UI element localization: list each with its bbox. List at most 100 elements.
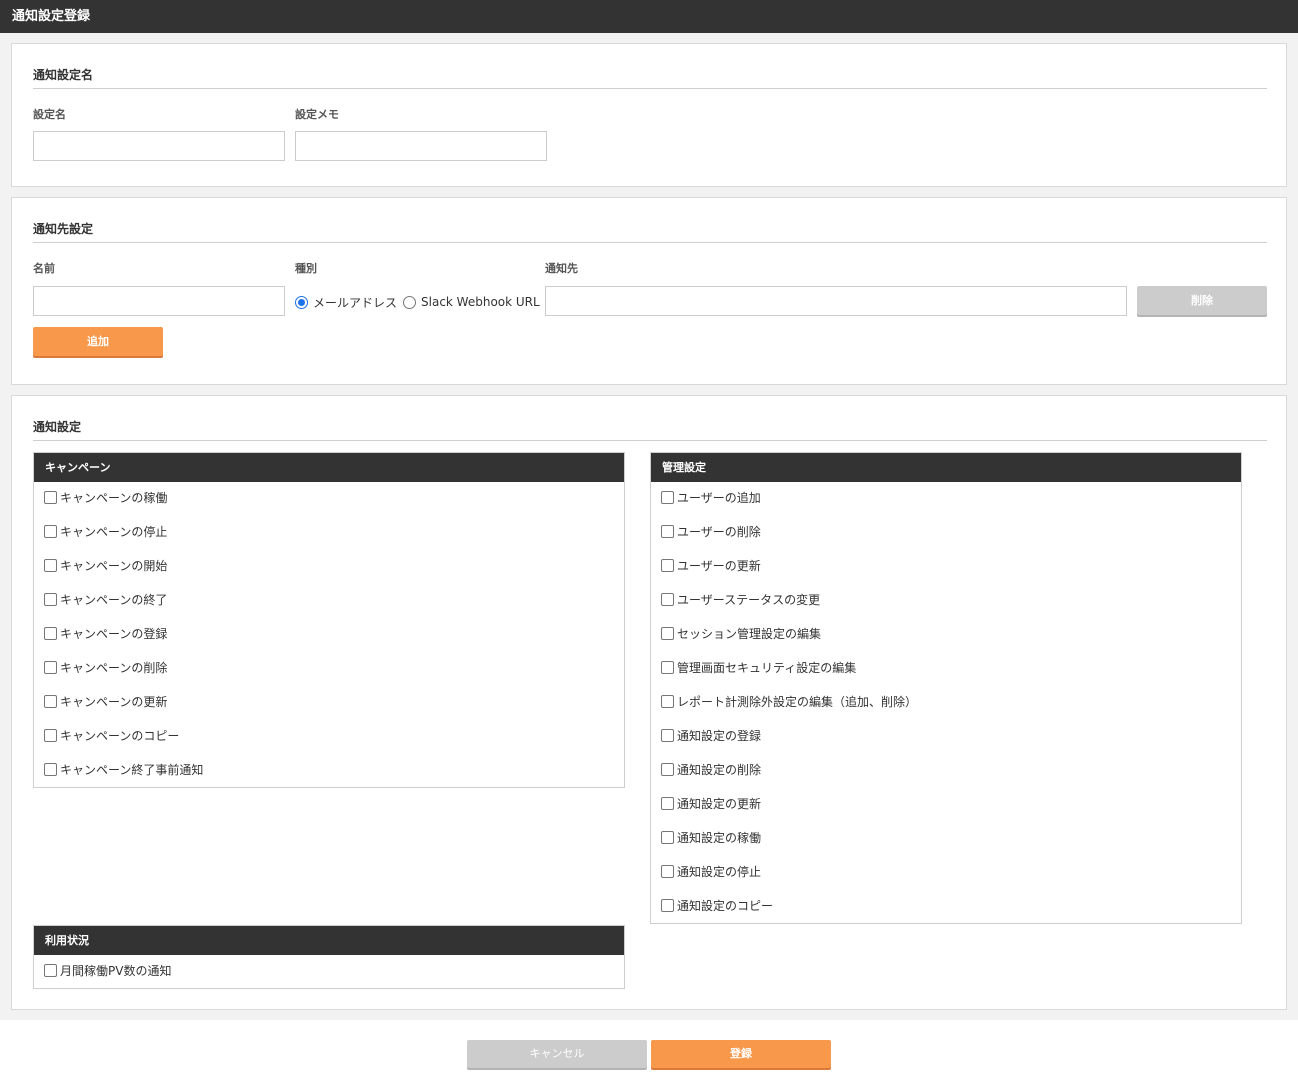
admin-box: 管理設定 ユーザーの追加 ユーザーの削除 ユーザーの更新 ユーザーステータスの変… [650,452,1242,924]
checkbox[interactable] [44,627,57,640]
checkbox-label: キャンペーンの稼働 [60,491,168,505]
admin-checkbox-row[interactable]: ユーザーの更新 [661,557,761,574]
checkbox[interactable] [661,695,674,708]
admin-checkbox-row[interactable]: ユーザーステータスの変更 [661,591,820,608]
checkbox[interactable] [44,763,57,776]
checkbox[interactable] [661,491,674,504]
checkbox-label: キャンペーンの開始 [60,559,168,573]
recipient-name-input[interactable] [33,286,285,316]
admin-checkbox-row[interactable]: 通知設定の登録 [661,727,761,744]
checkbox-label: 月間稼働PV数の通知 [60,964,172,978]
notification-panel: 通知設定 キャンペーン キャンペーンの稼働 キャンペーンの停止 キャンペーンの開… [11,395,1287,1010]
email-radio-label[interactable]: メールアドレス [313,294,397,311]
target-input[interactable] [545,286,1127,316]
type-radio-group: メールアドレス Slack Webhook URL [295,292,546,312]
email-radio[interactable] [295,295,308,309]
checkbox-label: 管理画面セキュリティ設定の編集 [677,661,857,675]
checkbox-label: 通知設定の登録 [677,729,762,743]
checkbox[interactable] [44,661,57,674]
slack-radio[interactable] [403,295,417,309]
checkbox-label: キャンペーンの終了 [60,593,168,607]
delete-button[interactable]: 削除 [1137,286,1267,315]
section-divider [33,242,1267,243]
admin-checkbox-row[interactable]: 通知設定の稼働 [661,829,761,846]
campaign-checkbox-row[interactable]: キャンペーンの停止 [44,523,167,540]
checkbox[interactable] [661,525,674,538]
campaign-checkbox-row[interactable]: キャンペーンの更新 [44,693,167,710]
campaign-checkbox-row[interactable]: キャンペーンの終了 [44,591,167,608]
checkbox[interactable] [661,627,674,640]
checkbox[interactable] [44,593,57,606]
checkbox-label: ユーザーの削除 [677,525,761,539]
checkbox[interactable] [661,797,674,810]
add-button[interactable]: 追加 [33,327,163,356]
admin-checkbox-row[interactable]: 管理画面セキュリティ設定の編集 [661,659,856,676]
checkbox-label: セッション管理設定の編集 [677,627,822,641]
page-header: 通知設定登録 [0,0,1298,33]
campaign-checkbox-row[interactable]: キャンペーンの開始 [44,557,167,574]
checkbox[interactable] [44,695,57,708]
checkbox-label: キャンペーンの更新 [60,695,168,709]
admin-checkbox-row[interactable]: ユーザーの削除 [661,523,761,540]
campaign-box: キャンペーン キャンペーンの稼働 キャンペーンの停止 キャンペーンの開始 キャン… [33,452,625,788]
checkbox-label: レポート計測除外設定の編集（追加、削除） [677,695,918,709]
setting-memo-input[interactable] [295,131,547,161]
checkbox[interactable] [44,729,57,742]
checkbox[interactable] [661,831,674,844]
checkbox[interactable] [44,525,57,538]
checkbox-label: キャンペーン終了事前通知 [60,763,204,777]
checkbox-label: 通知設定の稼働 [677,831,762,845]
checkbox[interactable] [661,661,674,674]
checkbox[interactable] [661,899,674,912]
content-area: 通知設定名 設定名 設定メモ 通知先設定 名前 種別 通知先 メールアドレス S… [0,33,1298,1020]
usage-box: 利用状況 月間稼働PV数の通知 [33,925,625,989]
checkbox[interactable] [44,559,57,572]
type-label: 種別 [295,262,317,275]
setting-name-label: 設定名 [33,108,66,121]
target-label: 通知先 [545,262,578,275]
checkbox[interactable] [661,559,674,572]
admin-header: 管理設定 [651,453,1241,482]
checkbox[interactable] [661,865,674,878]
checkbox[interactable] [661,729,674,742]
recipient-name-label: 名前 [33,262,55,275]
campaign-checkbox-row[interactable]: キャンペーンの削除 [44,659,167,676]
usage-checkbox-row[interactable]: 月間稼働PV数の通知 [44,962,171,979]
setting-memo-label: 設定メモ [295,108,339,121]
checkbox[interactable] [661,763,674,776]
checkbox-label: 通知設定のコピー [677,899,774,913]
checkbox-label: ユーザーステータスの変更 [677,593,821,607]
setting-name-panel: 通知設定名 設定名 設定メモ [11,43,1287,187]
setting-name-title: 通知設定名 [33,68,94,82]
destination-panel: 通知先設定 名前 種別 通知先 メールアドレス Slack Webhook UR… [11,197,1287,385]
notification-title: 通知設定 [33,420,82,434]
admin-checkbox-row[interactable]: セッション管理設定の編集 [661,625,821,642]
admin-checkbox-row[interactable]: 通知設定のコピー [661,897,773,914]
checkbox-label: キャンペーンの登録 [60,627,168,641]
admin-checkbox-row[interactable]: レポート計測除外設定の編集（追加、削除） [661,693,917,710]
campaign-header: キャンペーン [34,453,624,482]
destination-title: 通知先設定 [33,222,94,236]
checkbox-label: ユーザーの更新 [677,559,761,573]
checkbox-label: 通知設定の更新 [677,797,762,811]
admin-checkbox-row[interactable]: 通知設定の停止 [661,863,761,880]
campaign-checkbox-row[interactable]: キャンペーンのコピー [44,727,179,744]
checkbox[interactable] [44,491,57,504]
checkbox-label: ユーザーの追加 [677,491,761,505]
admin-checkbox-row[interactable]: ユーザーの追加 [661,489,761,506]
slack-radio-label[interactable]: Slack Webhook URL [421,295,540,309]
admin-checkbox-row[interactable]: 通知設定の削除 [661,761,761,778]
campaign-checkbox-row[interactable]: キャンペーンの稼働 [44,489,167,506]
page-title: 通知設定登録 [12,9,91,24]
cancel-button[interactable]: キャンセル [467,1040,647,1068]
checkbox-label: キャンペーンの削除 [60,661,168,675]
setting-name-input[interactable] [33,131,285,161]
checkbox[interactable] [661,593,674,606]
usage-header: 利用状況 [34,926,624,955]
campaign-checkbox-row[interactable]: キャンペーン終了事前通知 [44,761,203,778]
admin-checkbox-row[interactable]: 通知設定の更新 [661,795,761,812]
submit-button[interactable]: 登録 [651,1040,831,1068]
checkbox[interactable] [44,964,57,977]
section-divider [33,440,1267,441]
campaign-checkbox-row[interactable]: キャンペーンの登録 [44,625,167,642]
